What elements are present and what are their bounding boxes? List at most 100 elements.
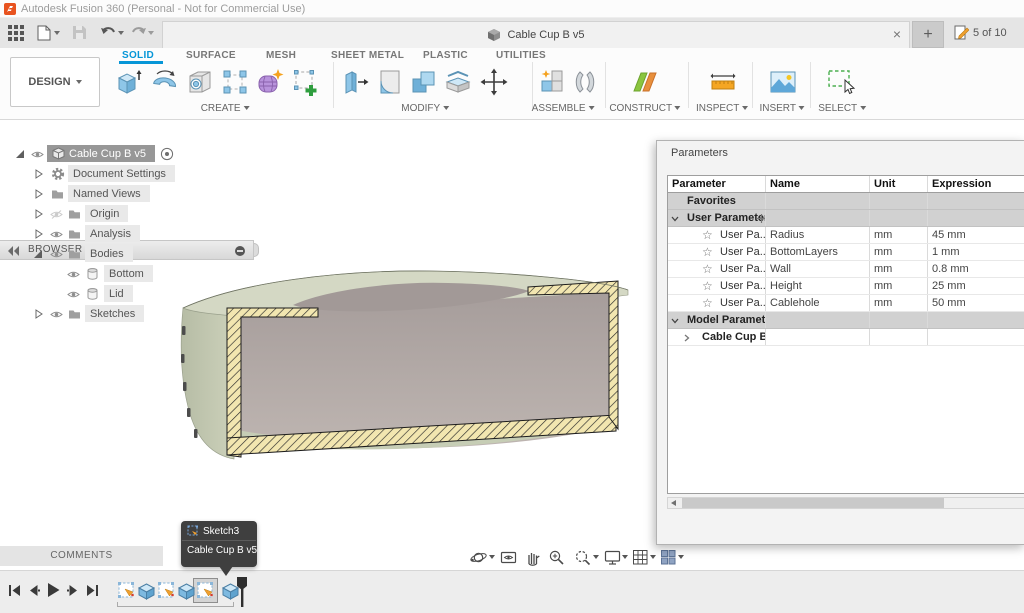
param-expression[interactable]: 0.8 mm [928, 261, 1024, 277]
param-row[interactable]: ☆User Pa... BottomLayers mm 1 mm [668, 244, 1024, 261]
param-row[interactable]: ☆User Pa... Height mm 25 mm [668, 278, 1024, 295]
close-tab-icon[interactable]: × [893, 26, 901, 42]
shell-icon[interactable] [441, 64, 475, 100]
workspace-selector[interactable]: DESIGN [10, 57, 100, 107]
fit-caret-icon[interactable] [593, 555, 599, 559]
joint-icon[interactable] [568, 64, 602, 100]
browser-item-sketches[interactable]: Sketches [0, 305, 254, 323]
tab-utilities[interactable]: UTILITIES [496, 50, 546, 61]
section-user-parameters[interactable]: User Parameters [668, 210, 1024, 227]
tab-surface[interactable]: SURFACE [186, 50, 236, 61]
timeline-go-start-icon[interactable] [8, 584, 21, 597]
save-icon[interactable] [72, 25, 87, 40]
eye-off-icon[interactable] [50, 210, 63, 219]
favorite-star-icon[interactable]: ☆ [702, 261, 713, 277]
favorite-star-icon[interactable]: ☆ [702, 227, 713, 243]
group-insert[interactable]: INSERT [759, 103, 804, 114]
display-settings-icon[interactable] [604, 549, 621, 566]
new-tab-button[interactable]: + [912, 21, 944, 48]
activate-component-radio-icon[interactable] [160, 147, 174, 161]
measure-icon[interactable] [706, 64, 740, 100]
grid-caret-icon[interactable] [650, 555, 656, 559]
scrollbar-thumb[interactable] [682, 498, 944, 508]
create-form-icon[interactable] [253, 64, 287, 100]
timeline-step-forward-icon[interactable] [67, 584, 80, 597]
param-expression[interactable]: 1 mm [928, 244, 1024, 260]
combine-icon[interactable] [407, 64, 441, 100]
eye-icon[interactable] [50, 250, 63, 259]
new-component-icon[interactable] [536, 64, 570, 100]
scroll-left-arrow-icon[interactable] [671, 500, 676, 506]
panel-resize-pip[interactable] [254, 243, 259, 257]
tab-solid[interactable]: SOLID [122, 50, 154, 61]
param-name[interactable]: Radius [766, 227, 870, 243]
collapsed-arrow-icon[interactable] [35, 209, 43, 219]
chevron-right-icon[interactable] [684, 334, 690, 342]
timeline-feature-sketch[interactable] [157, 581, 176, 600]
section-model-parameters[interactable]: Model Parameters [668, 312, 1024, 329]
favorite-star-icon[interactable]: ☆ [702, 244, 713, 260]
viewports-caret-icon[interactable] [678, 555, 684, 559]
undo-icon[interactable] [100, 25, 116, 39]
expanded-arrow-icon[interactable] [33, 249, 43, 259]
param-expression[interactable]: 45 mm [928, 227, 1024, 243]
root-pill[interactable]: Cable Cup B v5 [47, 145, 155, 162]
group-create[interactable]: CREATE [201, 103, 250, 114]
zoom-icon[interactable] [548, 549, 565, 566]
document-tab[interactable]: Cable Cup B v5 × [162, 21, 910, 48]
group-modify[interactable]: MODIFY [401, 103, 449, 114]
group-select[interactable]: SELECT [818, 103, 866, 114]
param-name[interactable]: Cablehole [766, 295, 870, 311]
param-row[interactable]: ☆User Pa... Cablehole mm 50 mm [668, 295, 1024, 312]
orbit-caret-icon[interactable] [489, 555, 495, 559]
collapsed-arrow-icon[interactable] [35, 229, 43, 239]
app-grid-menu-icon[interactable] [8, 25, 24, 41]
viewports-icon[interactable] [660, 549, 677, 566]
param-row[interactable]: ☆User Pa... Radius mm 45 mm [668, 227, 1024, 244]
eye-icon[interactable] [67, 270, 80, 279]
browser-item-document-settings[interactable]: Document Settings [0, 165, 254, 183]
timeline-step-back-icon[interactable] [27, 584, 40, 597]
construct-plane-icon[interactable] [628, 64, 662, 100]
file-menu-icon[interactable] [37, 25, 51, 41]
param-expression[interactable]: 50 mm [928, 295, 1024, 311]
eye-icon[interactable] [67, 290, 80, 299]
browser-item-analysis[interactable]: Analysis [0, 225, 254, 243]
pattern-icon[interactable] [218, 64, 252, 100]
eye-icon[interactable] [31, 150, 44, 159]
fillet-icon[interactable] [373, 64, 407, 100]
param-name[interactable]: Wall [766, 261, 870, 277]
hole-icon[interactable] [183, 64, 217, 100]
param-row[interactable]: ☆User Pa... Wall mm 0.8 mm [668, 261, 1024, 278]
pan-icon[interactable] [524, 549, 541, 566]
chevron-down-icon[interactable] [671, 318, 679, 324]
file-menu-caret-icon[interactable] [54, 31, 60, 35]
redo-icon[interactable] [131, 25, 147, 39]
eye-icon[interactable] [50, 230, 63, 239]
parameters-dialog[interactable]: Parameters Parameter Name Unit Expressio… [656, 140, 1024, 545]
display-caret-icon[interactable] [622, 555, 628, 559]
timeline-feature-sketch-selected[interactable] [196, 581, 215, 600]
timeline-feature-extrude[interactable] [137, 581, 156, 600]
timeline-play-icon[interactable] [46, 582, 61, 598]
group-inspect[interactable]: INSPECT [696, 103, 748, 114]
browser-item-named-views[interactable]: Named Views [0, 185, 254, 203]
tab-sheet-metal[interactable]: SHEET METAL [331, 50, 404, 61]
browser-item-root[interactable]: Cable Cup B v5 [0, 145, 254, 163]
collapsed-arrow-icon[interactable] [35, 189, 43, 199]
version-badge[interactable]: 5 of 10 [954, 25, 1007, 40]
press-pull-icon[interactable] [339, 64, 373, 100]
group-construct[interactable]: CONSTRUCT [609, 103, 680, 114]
expanded-arrow-icon[interactable] [15, 149, 25, 159]
revolve-icon[interactable] [148, 64, 182, 100]
fit-icon[interactable] [574, 549, 591, 566]
comments-bar[interactable]: COMMENTS [0, 546, 163, 566]
create-sketch-icon[interactable] [289, 64, 323, 100]
horizontal-scrollbar[interactable] [667, 497, 1024, 509]
timeline-feature-sketch[interactable] [117, 581, 136, 600]
redo-caret-icon[interactable] [148, 31, 154, 35]
param-expression[interactable]: 25 mm [928, 278, 1024, 294]
insert-image-icon[interactable] [766, 64, 800, 100]
move-icon[interactable] [477, 64, 511, 100]
eye-icon[interactable] [50, 310, 63, 319]
